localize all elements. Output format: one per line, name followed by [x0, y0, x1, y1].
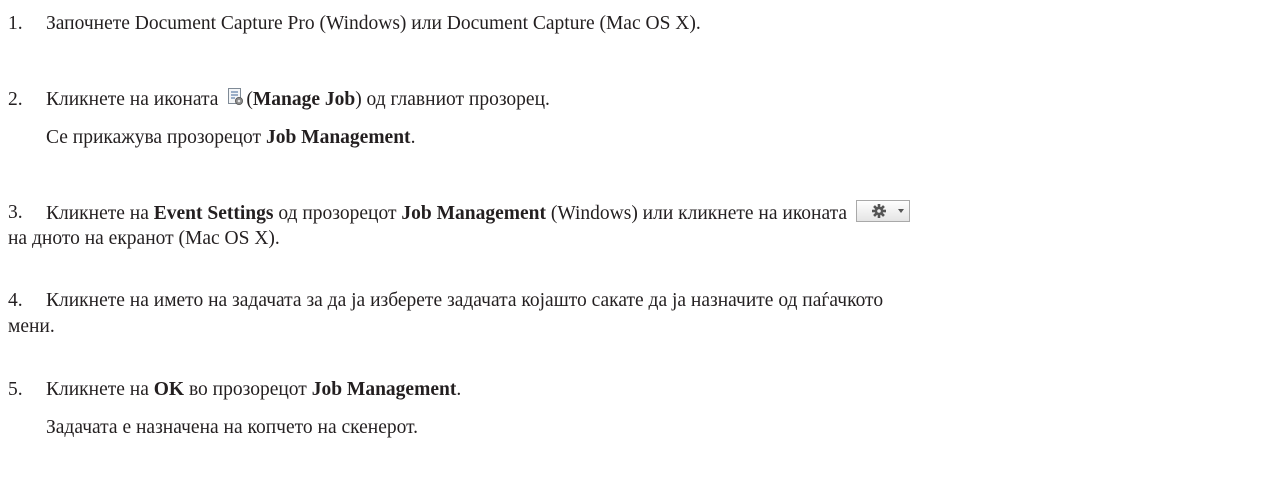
step-text-continued: мени.: [8, 316, 55, 337]
step-text-continued: на дното на екранот (Mac OS X).: [8, 228, 280, 249]
step-number: 1.: [8, 13, 23, 34]
step-result: Задачата е назначена на копчето на скене…: [46, 417, 419, 438]
step-text: Кликнете на OK во прозорецот Job Managem…: [46, 379, 462, 400]
gear-dropdown-icon: [855, 200, 910, 222]
step-number: 5.: [8, 379, 23, 400]
step-number: 4.: [8, 290, 23, 311]
step-text: Започнете Document Capture Pro (Windows)…: [46, 13, 701, 34]
step-number: 3.: [8, 202, 23, 223]
step-text: Кликнете на Event Settings од прозорецот…: [46, 200, 910, 227]
step-number: 2.: [8, 89, 23, 110]
step-text: Кликнете на иконата (Manage Job) од глав…: [46, 88, 550, 110]
step-result: Се прикажува прозорецот Job Management.: [46, 127, 416, 148]
manage-job-icon: [227, 88, 244, 106]
step-text: Кликнете на името на задачата за да ја и…: [46, 290, 884, 311]
